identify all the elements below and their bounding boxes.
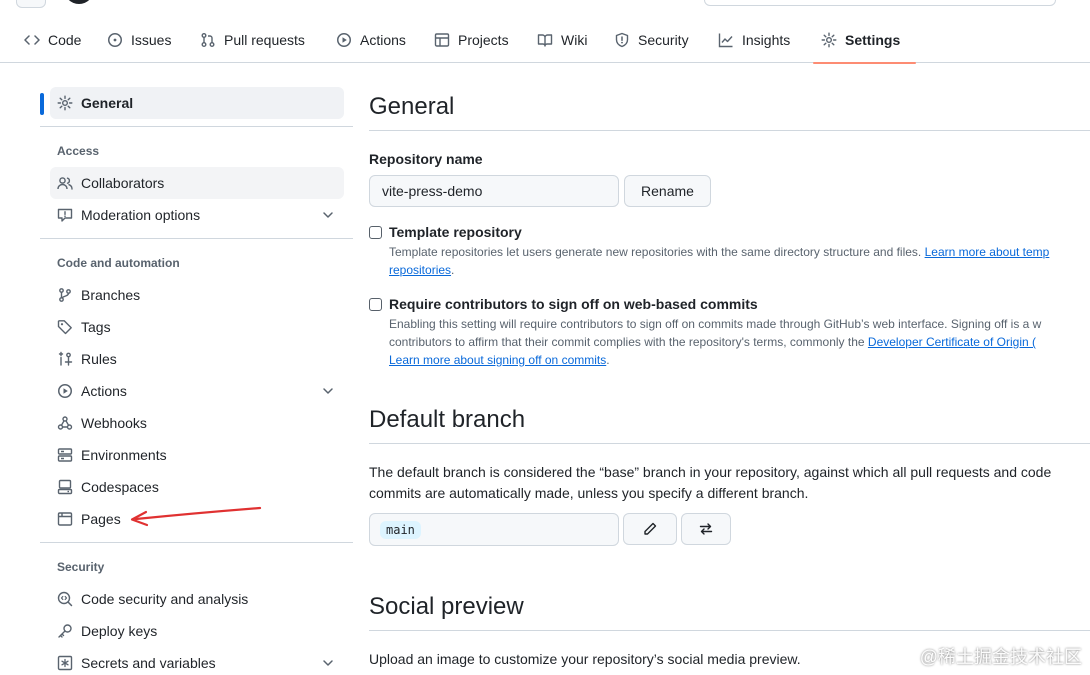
table-icon <box>434 32 450 48</box>
tab-settings[interactable]: Settings <box>812 16 917 64</box>
learn-more-template-link[interactable]: Learn more about temp <box>925 245 1050 259</box>
sidebar-item-environments[interactable]: Environments <box>50 439 344 471</box>
active-indicator <box>40 93 44 115</box>
search-input[interactable] <box>704 0 1056 6</box>
dco-link[interactable]: Developer Certificate of Origin ( <box>868 335 1036 349</box>
branch-name: main <box>380 520 421 539</box>
repo-name-input[interactable]: vite-press-demo <box>369 175 619 207</box>
codescan-icon <box>57 591 73 607</box>
chevron-down-icon[interactable] <box>320 383 336 399</box>
default-branch-description: The default branch is considered the “ba… <box>369 464 1052 501</box>
learn-more-signoff-link[interactable]: Learn more about signing off on commits <box>389 353 606 367</box>
section-divider <box>369 130 1090 131</box>
sidebar-heading-security: Security <box>57 560 105 574</box>
signoff-title: Require contributors to sign off on web-… <box>389 296 758 312</box>
template-repository-note: Template repositories let users generate… <box>389 245 1050 277</box>
pencil-icon <box>642 521 658 537</box>
template-repository-title: Template repository <box>389 224 522 240</box>
book-icon <box>537 32 553 48</box>
menu-button[interactable] <box>16 0 46 8</box>
sidebar-item-general[interactable]: General <box>50 87 344 119</box>
section-divider <box>369 630 1090 631</box>
people-icon <box>57 175 73 191</box>
sidebar-item-codespaces[interactable]: Codespaces <box>50 471 344 503</box>
key-icon <box>57 623 73 639</box>
signoff-checkbox[interactable] <box>369 298 382 311</box>
webhook-icon <box>57 415 73 431</box>
sidebar-item-tags[interactable]: Tags <box>50 311 344 343</box>
asterisk-box-icon <box>57 655 73 671</box>
annotation-arrow-icon <box>130 506 262 527</box>
switch-branch-button[interactable] <box>681 513 731 545</box>
global-header <box>0 0 1090 16</box>
tab-code[interactable]: Code <box>24 16 81 63</box>
code-icon <box>24 32 40 48</box>
tab-actions[interactable]: Actions <box>336 16 406 63</box>
codespaces-icon <box>57 479 73 495</box>
git-branch-icon <box>57 287 73 303</box>
default-branch-field: main <box>369 513 619 546</box>
template-repository-checkbox[interactable] <box>369 226 382 239</box>
issue-icon <box>107 32 123 48</box>
sidebar-heading-code-automation: Code and automation <box>57 256 180 270</box>
tag-icon <box>57 319 73 335</box>
play-icon <box>57 383 73 399</box>
comment-report-icon <box>57 207 73 223</box>
sidebar-item-webhooks[interactable]: Webhooks <box>50 407 344 439</box>
section-divider <box>369 443 1090 444</box>
browser-icon <box>57 511 73 527</box>
watermark: @稀土掘金技术社区 <box>919 647 1082 667</box>
pull-request-icon <box>200 32 216 48</box>
rules-icon <box>57 351 73 367</box>
gear-icon <box>57 95 73 111</box>
social-preview-description: Upload an image to customize your reposi… <box>369 651 801 667</box>
sidebar-heading-access: Access <box>57 144 100 158</box>
sidebar-item-secrets-variables[interactable]: Secrets and variables <box>50 647 344 675</box>
tab-pull-requests[interactable]: Pull requests <box>200 16 305 63</box>
gear-icon <box>821 32 837 48</box>
sidebar-divider <box>40 238 353 239</box>
shield-icon <box>614 32 630 48</box>
sidebar-item-collaborators[interactable]: Collaborators <box>50 167 344 199</box>
sidebar-item-moderation-options[interactable]: Moderation options <box>50 199 344 231</box>
section-title-general: General <box>369 93 455 120</box>
tab-insights[interactable]: Insights <box>718 16 790 63</box>
chevron-down-icon[interactable] <box>320 655 336 671</box>
repo-nav: Code Issues Pull requests Actions Projec… <box>0 16 1090 64</box>
sidebar-item-code-security[interactable]: Code security and analysis <box>50 583 344 615</box>
sidebar-item-deploy-keys[interactable]: Deploy keys <box>50 615 344 647</box>
chevron-down-icon[interactable] <box>320 207 336 223</box>
tab-issues[interactable]: Issues <box>107 16 171 63</box>
sidebar-divider <box>40 126 353 127</box>
github-logo-icon[interactable] <box>64 0 94 4</box>
tab-projects[interactable]: Projects <box>434 16 509 63</box>
tab-security[interactable]: Security <box>614 16 689 63</box>
sidebar-item-rules[interactable]: Rules <box>50 343 344 375</box>
repo-name-label: Repository name <box>369 151 483 167</box>
sidebar-divider <box>40 542 353 543</box>
sidebar-item-branches[interactable]: Branches <box>50 279 344 311</box>
graph-icon <box>718 32 734 48</box>
server-icon <box>57 447 73 463</box>
section-title-default-branch: Default branch <box>369 406 526 433</box>
arrow-switch-icon <box>698 521 714 537</box>
sidebar-item-actions[interactable]: Actions <box>50 375 344 407</box>
tab-wiki[interactable]: Wiki <box>537 16 587 63</box>
section-title-social-preview: Social preview <box>369 593 524 620</box>
learn-more-template-link-cont[interactable]: repositories <box>389 263 451 277</box>
play-icon <box>336 32 352 48</box>
rename-button[interactable]: Rename <box>624 175 711 207</box>
signoff-note: Enabling this setting will require contr… <box>389 317 1042 367</box>
rename-branch-button[interactable] <box>623 513 677 545</box>
